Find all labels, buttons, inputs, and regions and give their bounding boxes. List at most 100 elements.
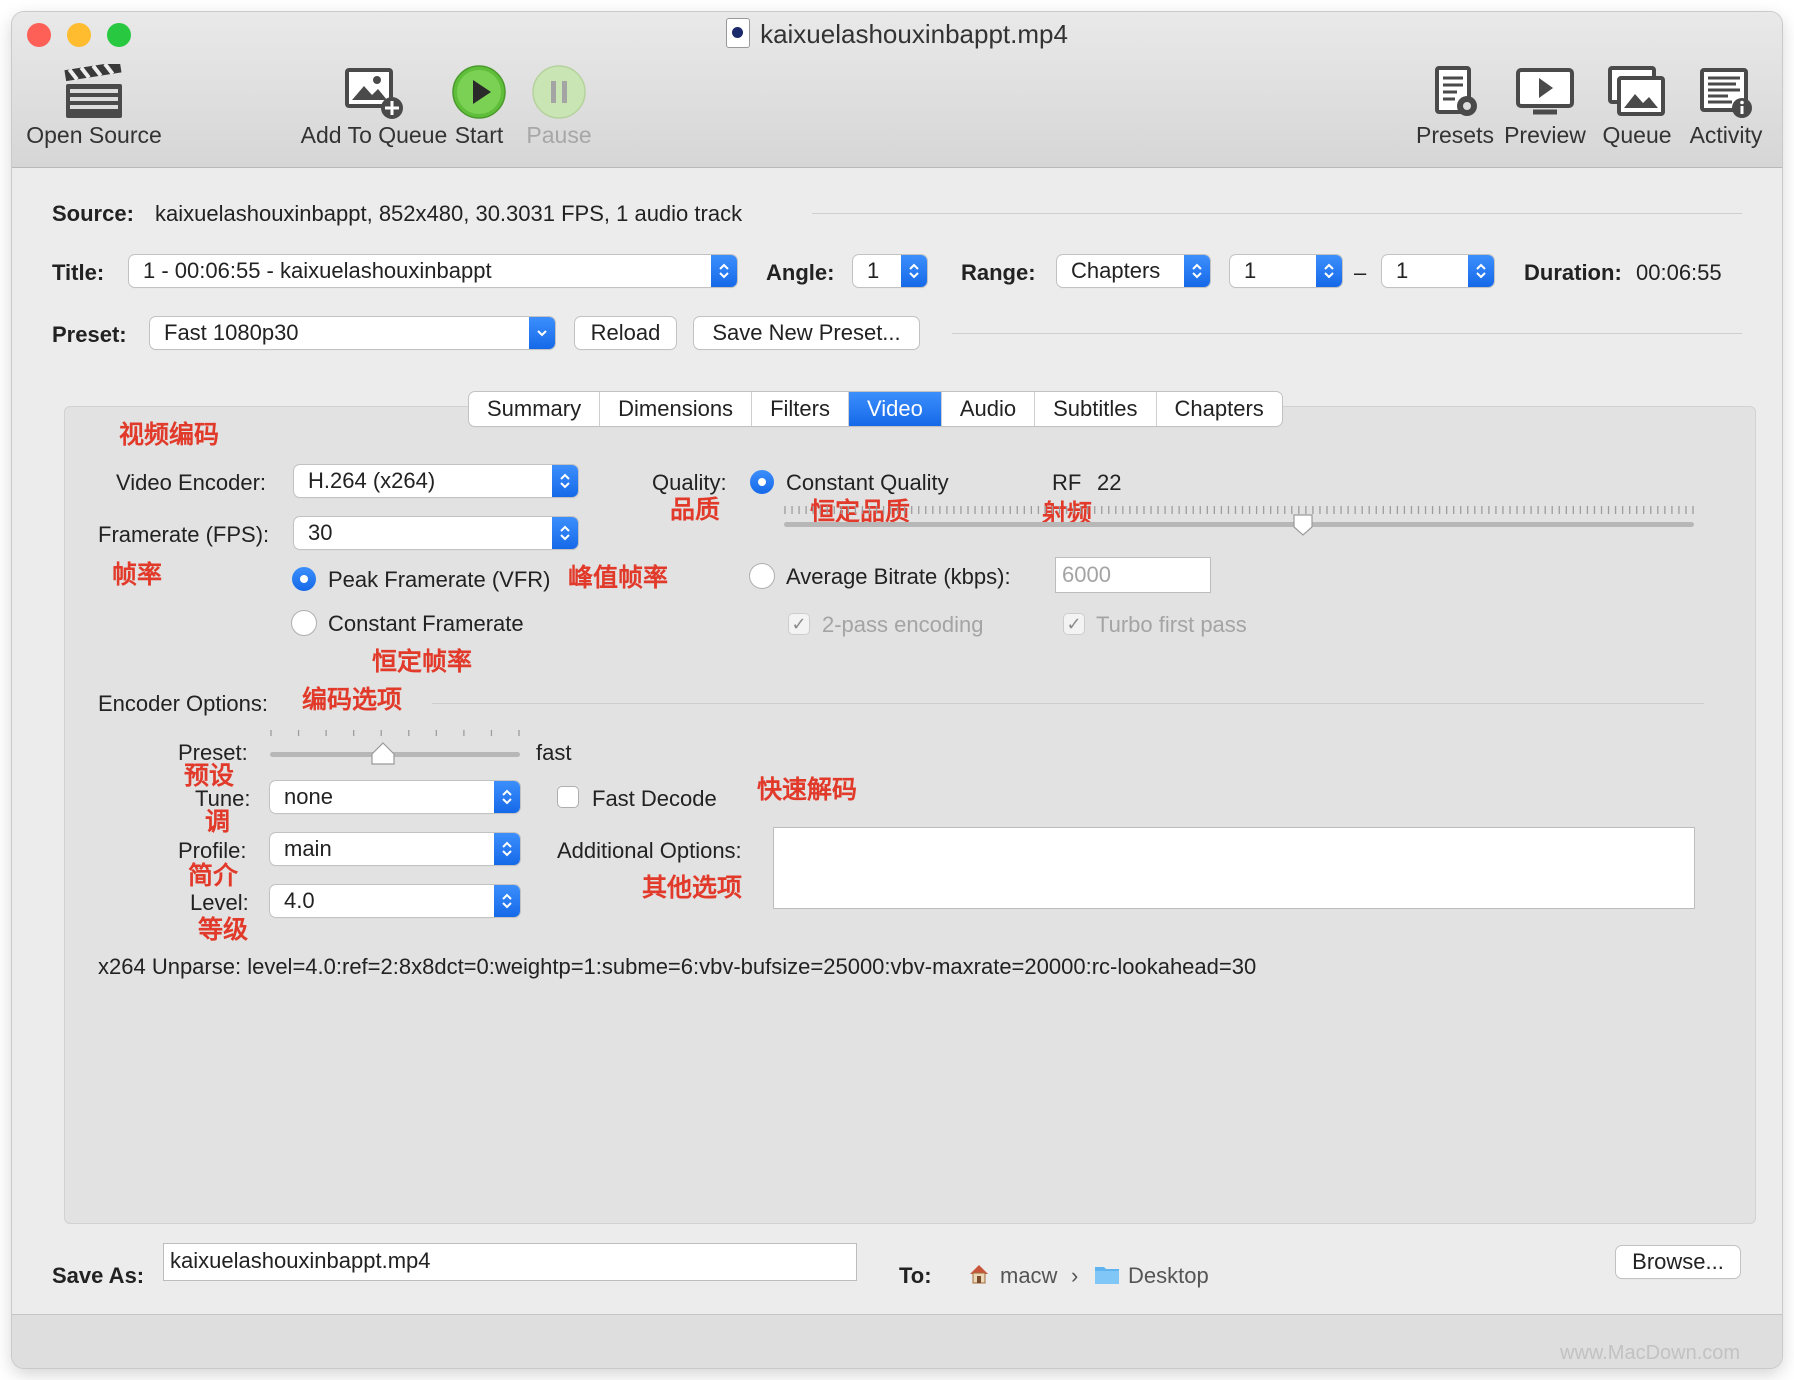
- level-select[interactable]: 4.0: [270, 885, 520, 917]
- pause-icon: [532, 65, 586, 119]
- tab-chapters[interactable]: Chapters: [1157, 392, 1282, 426]
- preview-label: Preview: [1504, 122, 1586, 148]
- updown-chevron-icon: [901, 255, 927, 287]
- presets-button[interactable]: Presets: [1410, 64, 1500, 149]
- open-source-button[interactable]: Open Source: [24, 64, 164, 149]
- save-new-preset-button[interactable]: Save New Preset...: [694, 317, 919, 349]
- watermark-text: www.MacDown.com: [1560, 1342, 1741, 1364]
- profile-select[interactable]: main: [270, 833, 520, 865]
- updown-chevron-icon: [494, 781, 520, 813]
- tab-video[interactable]: Video: [848, 392, 942, 426]
- preset-slider-track: [270, 752, 520, 757]
- average-bitrate-radio[interactable]: [750, 564, 774, 588]
- framerate-select[interactable]: 30: [294, 517, 578, 549]
- annotation-constant-framerate: 恒定帧率: [372, 647, 473, 676]
- annotation-profile: 简介: [188, 861, 239, 890]
- window-title: kaixuelashouxinbappt.mp4: [12, 18, 1782, 50]
- encoder-options-separator: [432, 703, 1704, 704]
- preview-button[interactable]: Preview: [1500, 64, 1590, 149]
- rf-quality-slider[interactable]: [784, 506, 1694, 536]
- preset-label: Preset:: [52, 322, 127, 347]
- title-select[interactable]: 1 - 00:06:55 - kaixuelashouxinbappt: [129, 255, 737, 287]
- save-as-input[interactable]: kaixuelashouxinbappt.mp4: [164, 1244, 856, 1280]
- start-label: Start: [454, 122, 504, 148]
- turbo-first-pass-label: Turbo first pass: [1096, 612, 1247, 637]
- browse-button[interactable]: Browse...: [1616, 1246, 1740, 1278]
- open-source-label: Open Source: [26, 122, 162, 148]
- to-label: To:: [899, 1263, 932, 1288]
- rf-slider-track: [784, 522, 1694, 527]
- updown-chevron-icon: [552, 517, 578, 549]
- preset-separator: [952, 333, 1742, 334]
- average-bitrate-label: Average Bitrate (kbps):: [786, 564, 1011, 589]
- x264-unparse-text: x264 Unparse: level=4.0:ref=2:8x8dct=0:w…: [98, 954, 1257, 979]
- tab-filters[interactable]: Filters: [752, 392, 849, 426]
- activity-icon: [1700, 68, 1752, 118]
- range-label: Range:: [961, 260, 1036, 285]
- updown-chevron-icon: [711, 255, 737, 287]
- range-end-select[interactable]: 1: [1382, 255, 1494, 287]
- turbo-first-pass-checkbox[interactable]: ✓: [1064, 614, 1084, 634]
- tab-subtitles[interactable]: Subtitles: [1035, 392, 1157, 426]
- play-icon: [452, 65, 506, 119]
- rf-slider-thumb[interactable]: [1293, 514, 1313, 536]
- source-info: kaixuelashouxinbappt, 852x480, 30.3031 F…: [155, 201, 743, 226]
- peak-framerate-label: Peak Framerate (VFR): [328, 567, 551, 592]
- source-separator: [812, 213, 1742, 214]
- angle-select[interactable]: 1: [853, 255, 927, 287]
- average-bitrate-input[interactable]: 6000: [1056, 558, 1210, 592]
- annotation-tune: 调: [205, 807, 231, 836]
- presets-icon: [1435, 66, 1477, 116]
- framerate-label: Framerate (FPS):: [98, 522, 270, 547]
- updown-chevron-icon: [1468, 255, 1494, 287]
- video-encoder-select[interactable]: H.264 (x264): [294, 465, 578, 497]
- activity-button[interactable]: Activity: [1678, 64, 1774, 149]
- queue-icon: [1608, 66, 1665, 116]
- path-home-label[interactable]: macw: [1000, 1263, 1057, 1289]
- duration-label: Duration:: [1524, 260, 1622, 285]
- preset-slider-thumb[interactable]: [370, 742, 395, 766]
- constant-framerate-radio[interactable]: [292, 611, 316, 635]
- handbrake-window: kaixuelashouxinbappt.mp4 Open Source Add…: [12, 12, 1782, 1368]
- additional-options-label: Additional Options:: [557, 838, 742, 863]
- reload-button[interactable]: Reload: [575, 317, 676, 349]
- preset-select[interactable]: Fast 1080p30: [150, 317, 555, 349]
- encoder-preset-slider[interactable]: [270, 730, 520, 765]
- range-type-select[interactable]: Chapters: [1057, 255, 1210, 287]
- constant-framerate-label: Constant Framerate: [328, 611, 524, 636]
- range-start-select[interactable]: 1: [1230, 255, 1342, 287]
- peak-framerate-radio[interactable]: [292, 567, 316, 591]
- path-folder-label[interactable]: Desktop: [1128, 1263, 1209, 1289]
- start-button[interactable]: Start: [434, 64, 524, 149]
- tab-summary[interactable]: Summary: [469, 392, 601, 426]
- pause-button[interactable]: Pause: [514, 64, 604, 149]
- tune-select[interactable]: none: [270, 781, 520, 813]
- toolbar: kaixuelashouxinbappt.mp4 Open Source Add…: [12, 12, 1782, 168]
- constant-quality-radio[interactable]: [750, 470, 774, 494]
- queue-button[interactable]: Queue: [1592, 64, 1682, 149]
- rf-label: RF: [1052, 470, 1082, 495]
- tab-bar: Summary Dimensions Filters Video Audio S…: [469, 392, 1282, 426]
- preview-icon: [1516, 68, 1574, 115]
- home-folder-icon: [970, 1265, 988, 1284]
- path-separator: ›: [1071, 1263, 1079, 1288]
- two-pass-checkbox[interactable]: ✓: [789, 614, 809, 634]
- source-label: Source:: [52, 201, 134, 226]
- add-to-queue-icon: [345, 68, 403, 119]
- updown-chevron-icon: [494, 885, 520, 917]
- presets-label: Presets: [1416, 122, 1494, 148]
- angle-label: Angle:: [766, 260, 835, 285]
- video-file-icon: [726, 18, 751, 48]
- fast-decode-checkbox[interactable]: [558, 787, 578, 807]
- tab-audio[interactable]: Audio: [942, 392, 1036, 426]
- additional-options-input[interactable]: [774, 828, 1694, 908]
- pause-label: Pause: [526, 122, 592, 148]
- updown-chevron-icon: [552, 465, 578, 497]
- encoder-options-label: Encoder Options:: [98, 691, 268, 716]
- fast-decode-label: Fast Decode: [592, 786, 717, 811]
- video-encoder-label: Video Encoder:: [116, 470, 267, 495]
- add-to-queue-button[interactable]: Add To Queue: [294, 64, 454, 149]
- tab-dimensions[interactable]: Dimensions: [600, 392, 753, 426]
- clapperboard-icon: [64, 64, 122, 118]
- annotation-additional-options: 其他选项: [642, 873, 743, 902]
